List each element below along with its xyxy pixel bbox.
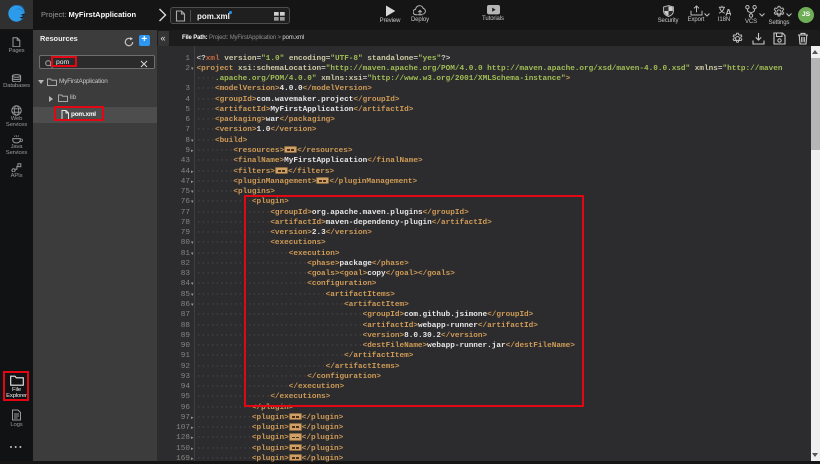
svg-text:A: A — [725, 8, 731, 16]
